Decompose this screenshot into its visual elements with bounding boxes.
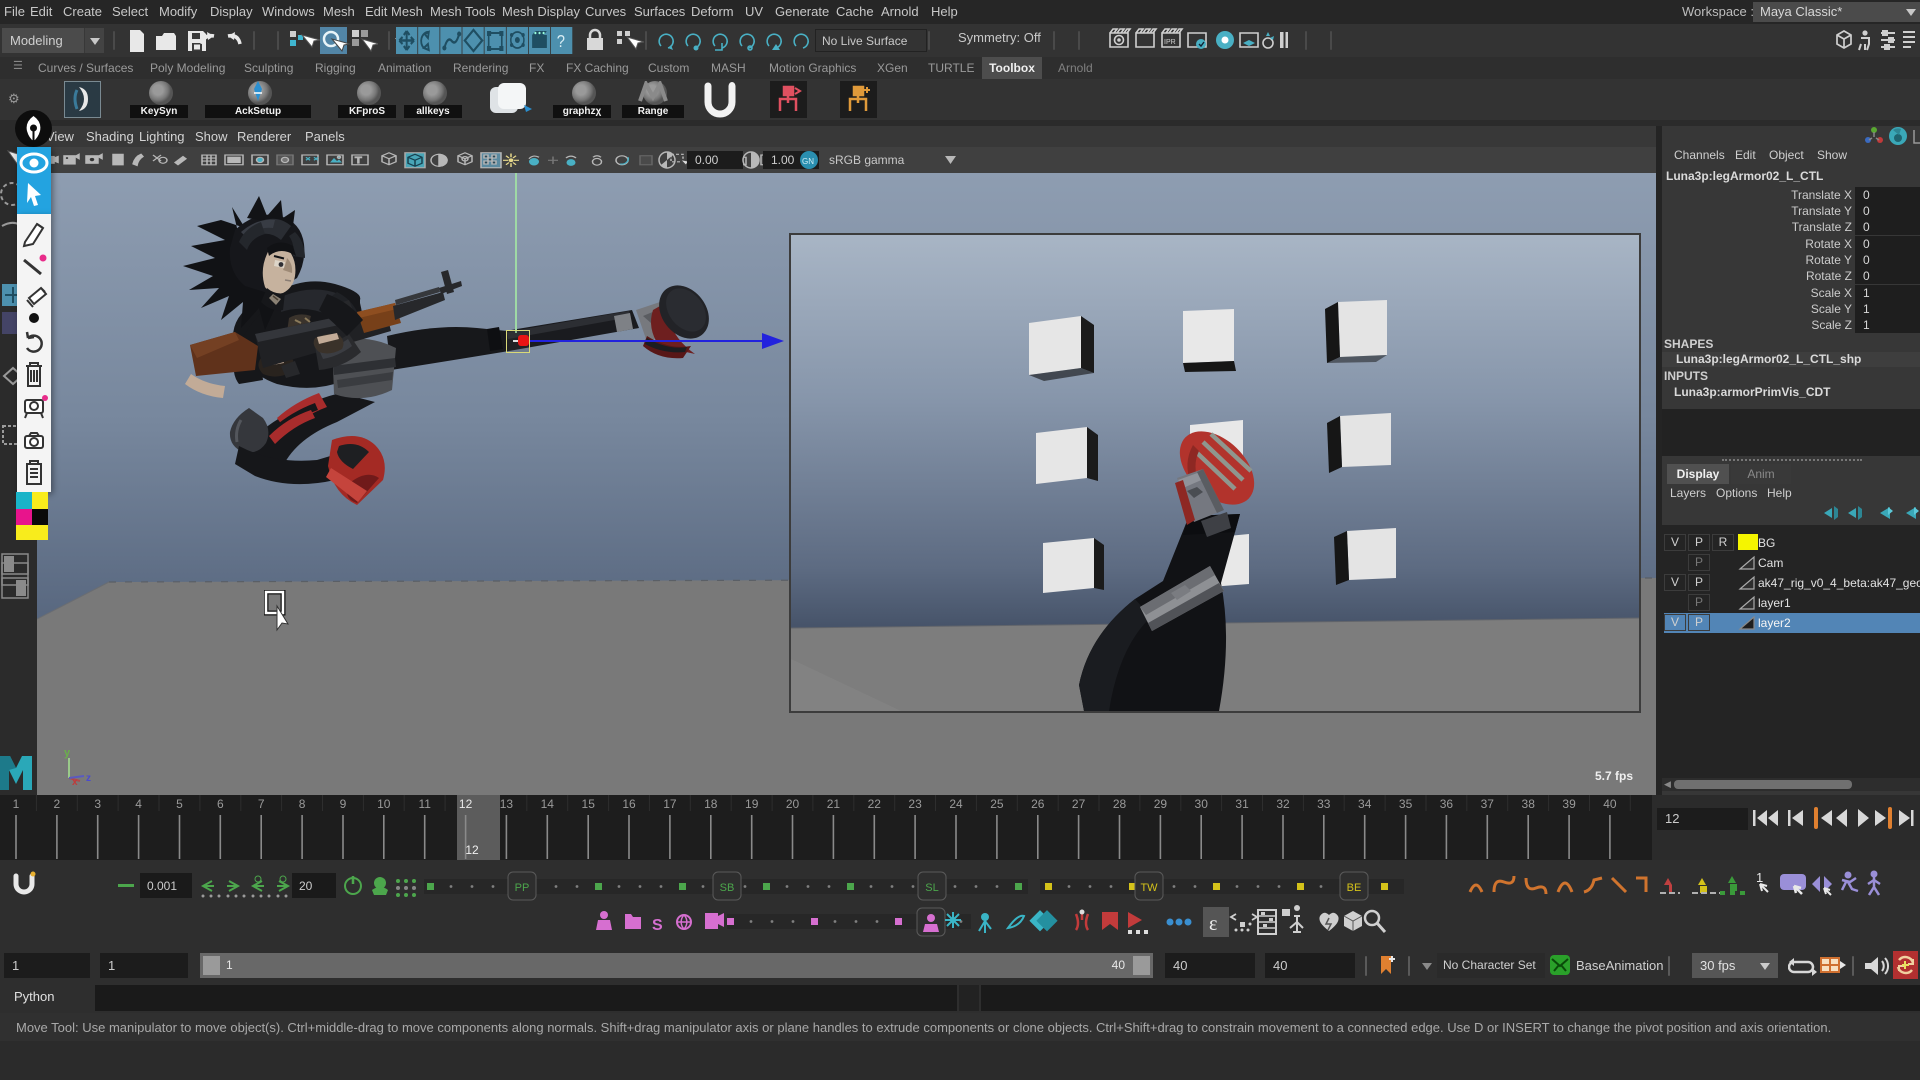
svg-text:10: 10 (377, 797, 391, 811)
svg-text:6: 6 (217, 797, 224, 811)
svg-text:19: 19 (745, 797, 759, 811)
svg-text:12: 12 (465, 843, 479, 857)
svg-text:13: 13 (500, 797, 514, 811)
svg-text:31: 31 (1235, 797, 1249, 811)
svg-text:27: 27 (1072, 797, 1086, 811)
svg-text:14: 14 (541, 797, 555, 811)
svg-text:IPR: IPR (1164, 39, 1176, 46)
svg-text:20: 20 (786, 797, 800, 811)
svg-text:4: 4 (135, 797, 142, 811)
svg-text:38: 38 (1522, 797, 1536, 811)
svg-text:3: 3 (94, 797, 101, 811)
svg-text:SB: SB (720, 882, 735, 894)
svg-text:18: 18 (704, 797, 718, 811)
svg-text:?: ? (557, 32, 565, 52)
svg-text:12: 12 (459, 797, 473, 811)
svg-text:26: 26 (1031, 797, 1045, 811)
svg-text:T: T (355, 156, 362, 165)
svg-text:17: 17 (663, 797, 677, 811)
svg-text:sRGB gamma: sRGB gamma (829, 153, 905, 167)
svg-text:0.001: 0.001 (147, 879, 177, 893)
svg-text:34: 34 (1358, 797, 1372, 811)
svg-text:y: y (64, 747, 71, 759)
svg-text:1: 1 (13, 797, 20, 811)
svg-text:33: 33 (1317, 797, 1331, 811)
svg-text:36: 36 (1440, 797, 1454, 811)
svg-text:7: 7 (258, 797, 265, 811)
svg-text:S: S (652, 917, 663, 934)
svg-text:11: 11 (418, 797, 431, 811)
svg-text:8: 8 (299, 797, 306, 811)
svg-text:GN: GN (802, 157, 814, 166)
svg-text:25: 25 (990, 797, 1004, 811)
svg-text:ε: ε (1209, 913, 1217, 935)
svg-text:40: 40 (1603, 797, 1617, 811)
svg-text:SL: SL (925, 882, 938, 894)
svg-text:15: 15 (582, 797, 596, 811)
svg-text:9: 9 (340, 797, 347, 811)
svg-text:28: 28 (1113, 797, 1127, 811)
svg-text:21: 21 (827, 797, 841, 811)
svg-text:BE: BE (1347, 882, 1362, 894)
svg-text:37: 37 (1481, 797, 1495, 811)
svg-text:TW: TW (1140, 882, 1158, 894)
svg-text:30: 30 (1195, 797, 1209, 811)
svg-text:PP: PP (515, 882, 530, 894)
svg-text:z: z (86, 773, 91, 784)
svg-text:35: 35 (1399, 797, 1413, 811)
svg-text:5: 5 (176, 797, 183, 811)
svg-text:x: x (72, 777, 78, 787)
svg-text:23: 23 (908, 797, 922, 811)
svg-text:32: 32 (1276, 797, 1290, 811)
svg-text:24: 24 (949, 797, 963, 811)
svg-text:22: 22 (868, 797, 882, 811)
svg-text:0.00: 0.00 (695, 153, 719, 167)
svg-text:1.00: 1.00 (771, 153, 795, 167)
svg-text:16: 16 (622, 797, 636, 811)
svg-text:39: 39 (1562, 797, 1576, 811)
svg-text:29: 29 (1154, 797, 1168, 811)
svg-text:20: 20 (299, 879, 313, 893)
svg-text:2: 2 (54, 797, 61, 811)
svg-text:1: 1 (1756, 870, 1763, 885)
